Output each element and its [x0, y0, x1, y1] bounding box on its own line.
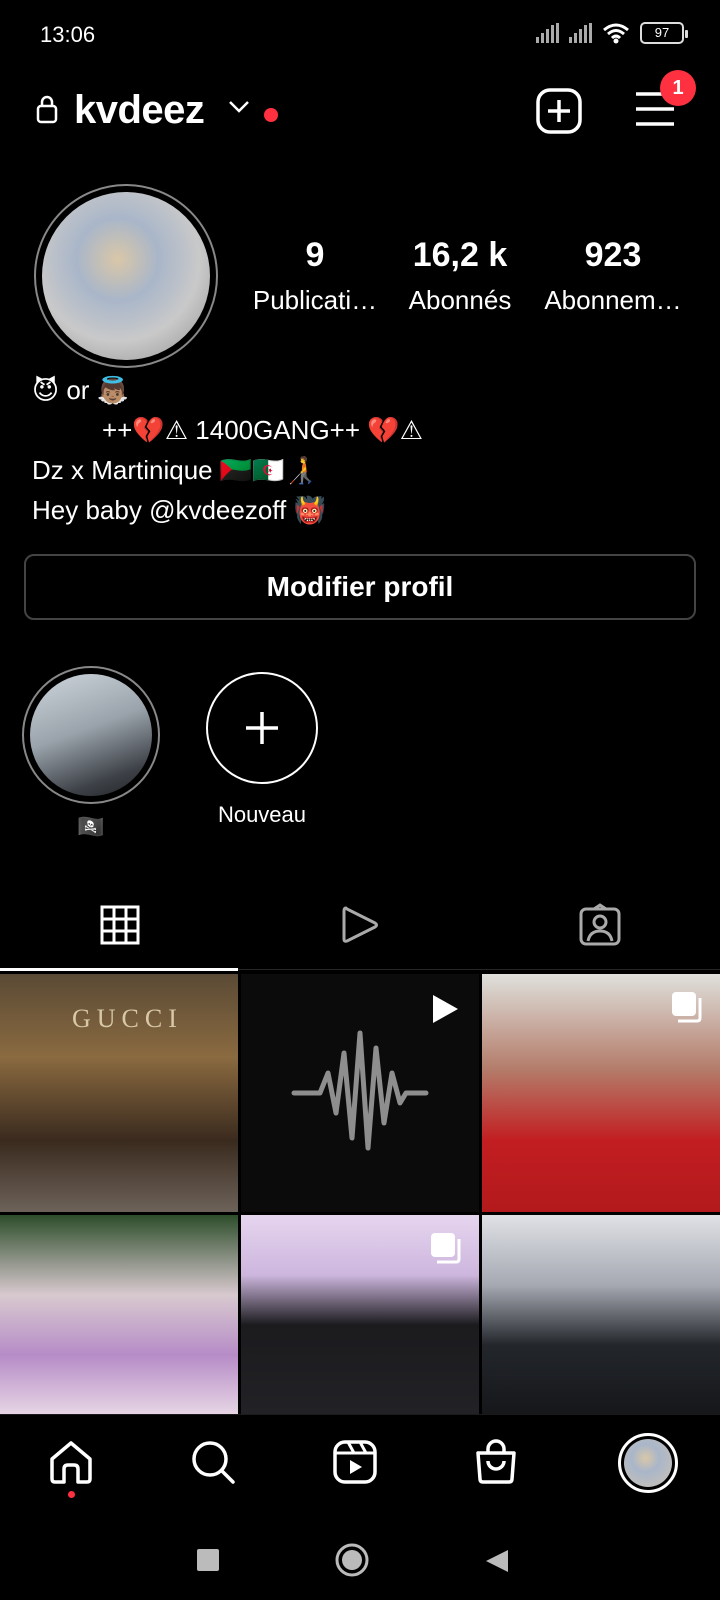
carousel-icon — [672, 992, 702, 1023]
battery-icon: 97 — [640, 22, 688, 44]
new-highlight[interactable]: Nouveau — [206, 672, 318, 828]
new-post-icon[interactable] — [536, 88, 582, 134]
stat-label: Abonnés — [408, 285, 512, 315]
account-status-dot — [264, 108, 278, 122]
stat-number: 16,2 k — [412, 236, 508, 274]
status-time: 13:06 — [40, 22, 96, 47]
stat-followers[interactable]: 16,2 k Abonnés — [380, 236, 540, 316]
signal-icon-2 — [569, 23, 592, 43]
post-thumbnail[interactable] — [482, 1215, 720, 1415]
wifi-icon — [603, 23, 629, 44]
signal-icon — [536, 23, 559, 43]
lock-icon — [36, 95, 58, 124]
bio-line: Dz x Martinique 🇲🇶🇩🇿🧑‍🦯 — [32, 455, 317, 485]
stat-label: Abonnem… — [544, 285, 682, 315]
waveform-icon — [291, 1030, 429, 1151]
stat-following[interactable]: 923 Abonnem… — [540, 236, 686, 316]
home-active-dot — [68, 1491, 75, 1498]
edit-profile-button[interactable]: Modifier profil — [24, 554, 696, 620]
profile-nav-avatar[interactable] — [618, 1433, 678, 1493]
profile-header: kvdeez 1 — [0, 70, 720, 144]
status-bar: 13:06 97 — [0, 0, 720, 70]
profile-stats: 9 Publicati… 16,2 k Abonnés 923 Abonnem… — [250, 236, 700, 316]
tab-reels[interactable] — [240, 880, 480, 970]
back-icon[interactable] — [484, 1548, 510, 1574]
post-sign: GUCCI — [72, 1004, 183, 1033]
grid-icon — [100, 905, 140, 945]
plus-icon — [246, 712, 278, 744]
tagged-icon — [579, 903, 621, 946]
profile-tabs — [0, 880, 720, 971]
stat-number: 923 — [584, 236, 642, 274]
post-thumbnail[interactable]: GUCCI — [0, 974, 238, 1212]
home-system-icon[interactable] — [334, 1542, 370, 1578]
posts-grid: GUCCI — [0, 974, 720, 1415]
post-thumbnail[interactable] — [241, 974, 479, 1212]
search-icon[interactable] — [190, 1439, 236, 1485]
tab-tagged[interactable] — [480, 880, 720, 970]
recents-icon[interactable] — [196, 1548, 220, 1572]
highlight-cover — [30, 674, 152, 796]
new-highlight-circle — [206, 672, 318, 784]
notification-badge: 1 — [660, 70, 696, 106]
highlight-label: 🏴‍☠️ — [77, 814, 105, 839]
home-icon[interactable] — [48, 1439, 94, 1485]
status-icons: 97 — [536, 22, 688, 44]
post-thumbnail[interactable] — [0, 1215, 238, 1415]
tab-grid[interactable] — [0, 880, 240, 971]
bottom-nav — [0, 1414, 720, 1524]
carousel-icon — [431, 1233, 461, 1264]
reels-nav-icon[interactable] — [332, 1439, 378, 1485]
avatar-image — [624, 1439, 672, 1487]
profile-bio: 😈 or 👼🏽 ++💔⚠ 1400GANG++ 💔⚠ Dz x Martiniq… — [32, 370, 423, 530]
post-thumbnail[interactable] — [482, 974, 720, 1212]
bio-line[interactable]: Hey baby @kvdeezoff 👹 — [32, 490, 423, 530]
stat-label: Publicati… — [252, 285, 378, 315]
reels-icon — [342, 906, 378, 943]
highlight-ring — [22, 666, 160, 804]
post-thumbnail[interactable] — [241, 1215, 479, 1415]
profile-avatar[interactable] — [34, 184, 218, 368]
bio-line: ++💔⚠ 1400GANG++ 💔⚠ — [102, 415, 423, 445]
avatar-image — [42, 192, 210, 360]
bio-line: 😈 or 👼🏽 — [32, 375, 130, 405]
stat-posts[interactable]: 9 Publicati… — [250, 236, 380, 316]
shop-icon[interactable] — [474, 1439, 518, 1485]
chevron-down-icon[interactable] — [228, 100, 250, 114]
reel-play-icon — [433, 995, 458, 1023]
highlight-label: Nouveau — [217, 802, 307, 827]
stat-number: 9 — [305, 236, 325, 274]
system-nav-bar — [0, 1524, 720, 1600]
username[interactable]: kvdeez — [74, 88, 205, 133]
story-highlight[interactable]: 🏴‍☠️ — [22, 666, 160, 840]
